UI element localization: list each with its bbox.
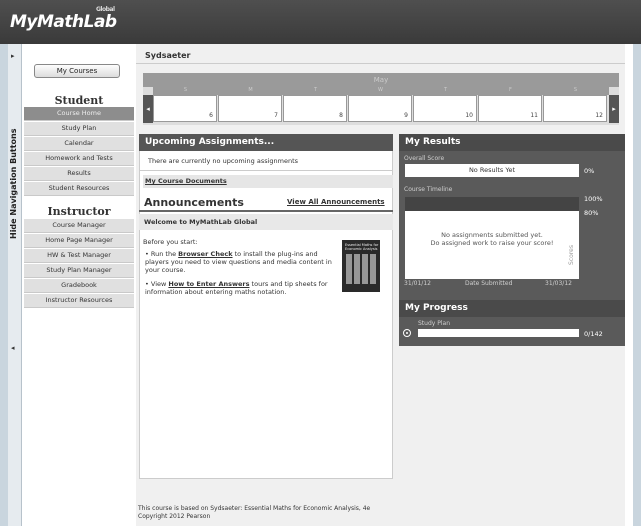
no-upcoming-text: There are currently no upcoming assignme…	[148, 157, 299, 165]
upcoming-divider	[139, 170, 393, 171]
nav-student-resources[interactable]: Student Resources	[24, 182, 134, 196]
study-plan-label: Study Plan	[418, 320, 450, 327]
my-results-header: My Results	[399, 134, 625, 151]
nav-gradebook[interactable]: Gradebook	[24, 279, 134, 293]
book-cover-title: Essential Maths for Economic Analysis	[345, 243, 379, 251]
view-all-announcements-link[interactable]: View All Announcements	[287, 198, 385, 206]
overall-score-bar: No Results Yet	[405, 164, 579, 177]
textbook-cover-image: Essential Maths for Economic Analysis	[342, 240, 380, 292]
timeline-end-date: 31/03/12	[545, 280, 572, 287]
course-title: Sydsaeter	[145, 51, 191, 60]
mymathlab-logo[interactable]: MyMathLab Global	[10, 6, 117, 32]
study-plan-radio[interactable]	[403, 329, 411, 337]
calendar-prev-button[interactable]: ◂	[143, 95, 153, 123]
scores-axis-label: Scores	[568, 245, 575, 265]
nav-hw-test-manager[interactable]: HW & Test Manager	[24, 249, 134, 263]
calendar-weekdays: S M T W T F S	[153, 87, 609, 95]
nav-instructor-resources[interactable]: Instructor Resources	[24, 294, 134, 308]
my-course-documents-link[interactable]: My Course Documents	[143, 175, 393, 188]
browser-check-bullet: • Run the Browser Check to install the p…	[145, 250, 332, 274]
nav-course-manager[interactable]: Course Manager	[24, 219, 134, 233]
nav-home-page-manager[interactable]: Home Page Manager	[24, 234, 134, 248]
course-timeline-label: Course Timeline	[404, 186, 453, 193]
timeline-top-band	[405, 197, 579, 211]
calendar-day-cell[interactable]: 8	[283, 95, 347, 122]
weekday-label: M	[248, 87, 253, 93]
title-divider	[136, 63, 625, 64]
study-plan-count: 0/142	[584, 330, 603, 338]
weekday-label: T	[313, 87, 318, 93]
upcoming-assignments-header: Upcoming Assignments...	[139, 134, 393, 151]
before-you-start: Before you start:	[143, 238, 198, 246]
weekday-label: T	[443, 87, 448, 93]
book-cover-pattern	[346, 254, 376, 284]
calendar-day-cell[interactable]: 12	[543, 95, 607, 122]
instructor-heading: Instructor	[47, 205, 111, 218]
calendar-month: May	[143, 73, 619, 87]
course-footer: This course is based on Sydsaeter: Essen…	[138, 505, 371, 520]
study-plan-progress-bar	[418, 329, 579, 337]
how-to-enter-answers-link[interactable]: How to Enter Answers	[168, 280, 249, 288]
weekday-label: S	[183, 87, 188, 93]
timeline-start-date: 31/01/12	[404, 280, 431, 287]
calendar-day-cell[interactable]: 11	[478, 95, 542, 122]
my-courses-button[interactable]: My Courses	[34, 64, 120, 78]
calendar-cells: 6 7 8 9 10 11 12	[153, 95, 609, 123]
calendar-day-cell[interactable]: 6	[153, 95, 217, 122]
nav-calendar[interactable]: Calendar	[24, 137, 134, 151]
weekday-label: F	[509, 87, 512, 93]
calendar-next-button[interactable]: ▸	[609, 95, 619, 123]
welcome-heading: Welcome to MyMathLab Global	[139, 214, 393, 230]
collapse-arrow-icon[interactable]: ▸	[11, 52, 15, 60]
student-nav-list: Course Home Study Plan Calendar Homework…	[24, 107, 134, 197]
timeline-empty-message: No assignments submitted yet. Do assigne…	[430, 231, 554, 247]
calendar-day-cell[interactable]: 9	[348, 95, 412, 122]
hide-navigation-bar[interactable]: ▸ Hide Navigation Buttons ◂	[8, 44, 22, 526]
logo-global-tag: Global	[96, 6, 115, 13]
nav-course-home[interactable]: Course Home	[24, 107, 134, 121]
hide-navigation-label[interactable]: Hide Navigation Buttons	[9, 114, 21, 254]
nav-study-plan-manager[interactable]: Study Plan Manager	[24, 264, 134, 278]
top-header: MyMathLab Global	[0, 0, 641, 44]
nav-study-plan[interactable]: Study Plan	[24, 122, 134, 136]
collapse-arrow-icon-bottom[interactable]: ◂	[11, 344, 15, 352]
overall-score-percent: 0%	[584, 167, 595, 175]
enter-answers-bullet: • View How to Enter Answers tours and ti…	[145, 280, 328, 296]
browser-check-link[interactable]: Browser Check	[178, 250, 232, 258]
nav-homework-tests[interactable]: Homework and Tests	[24, 152, 134, 166]
timeline-axis-title: Date Submitted	[465, 280, 513, 287]
announcements-divider	[139, 210, 393, 212]
nav-results[interactable]: Results	[24, 167, 134, 181]
overall-score-label: Overall Score	[404, 155, 445, 162]
instructor-nav-list: Course Manager Home Page Manager HW & Te…	[24, 219, 134, 309]
my-progress-header: My Progress	[399, 300, 625, 317]
timeline-100-label: 100%	[584, 195, 603, 203]
weekday-label: S	[573, 87, 578, 93]
weekday-label: W	[378, 87, 383, 93]
timeline-80-label: 80%	[584, 209, 599, 217]
announcements-title: Announcements	[144, 196, 244, 209]
calendar-day-cell[interactable]: 7	[218, 95, 282, 122]
calendar-day-cell[interactable]: 10	[413, 95, 477, 122]
student-heading: Student	[54, 94, 104, 107]
